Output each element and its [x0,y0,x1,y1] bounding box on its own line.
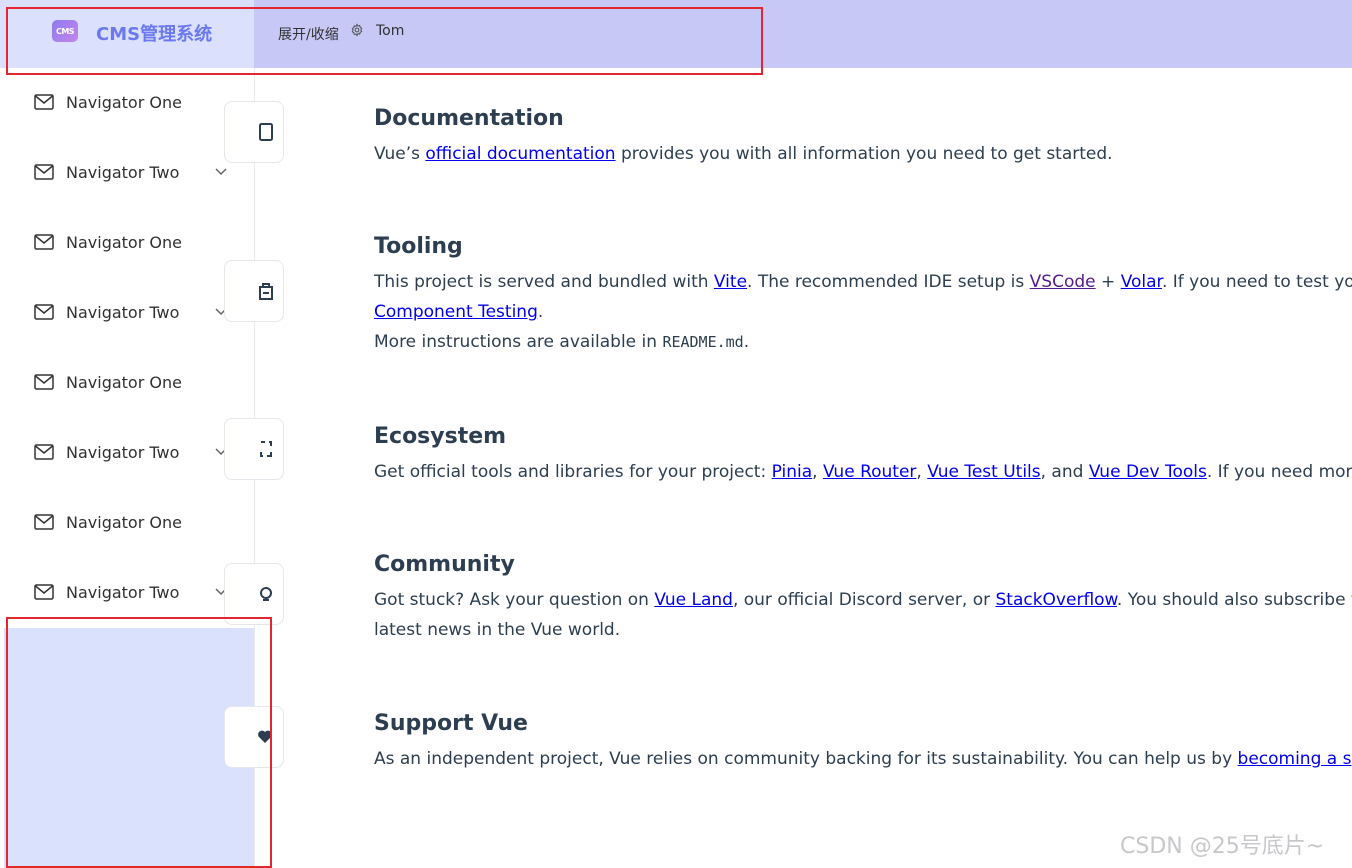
text-segment: Got stuck? Ask your question on [374,590,655,610]
section-title: Ecosystem [374,424,507,449]
text-segment: , [916,462,928,482]
tooling-section: Tooling This project is served and bundl… [374,234,1352,357]
mail-icon [34,164,54,180]
sidebar-item-navigator-one[interactable]: Navigator One [4,208,254,278]
sidebar-item-label: Navigator Two [66,163,180,182]
sidebar-item-navigator-two[interactable]: Navigator Two [4,558,254,628]
section-text: As an independent project, Vue relies on… [374,744,1352,774]
tooling-icon [224,260,284,322]
heart-icon [224,706,284,768]
mail-icon [34,304,54,320]
vite-link[interactable]: Vite [714,272,747,292]
text-segment: , our official Discord server, or [732,590,996,610]
sidebar-item-navigator-one[interactable]: Navigator One [4,488,254,558]
mail-icon [34,514,54,530]
watermark: CSDN @25号底片~ [1120,834,1325,859]
ecosystem-icon [224,418,284,480]
vue-test-utils-link[interactable]: Vue Test Utils [927,462,1040,482]
readme-code: README.md [662,333,744,351]
sidebar-item-label: Navigator Two [66,303,180,322]
chevron-down-icon [215,168,227,176]
text-segment: + [1095,272,1121,292]
text-segment: , and [1040,462,1089,482]
logo-icon: CMS [52,20,78,42]
text-segment: As an independent project, Vue relies on… [374,749,1238,769]
text-segment: . [537,302,544,322]
user-name[interactable]: Tom [376,23,404,39]
sidebar-item-label: Navigator One [66,513,182,532]
collapse-toggle-button[interactable]: 展开/收缩 [278,24,339,44]
sidebar-item-navigator-two[interactable]: Navigator Two [4,278,254,348]
sponsor-link[interactable]: becoming a spon [1238,749,1352,769]
section-text: Vue’s official documentation provides yo… [374,139,1352,169]
mail-icon [34,584,54,600]
section-title: Support Vue [374,711,528,736]
sidebar-item-label: Navigator One [66,233,182,252]
text-segment: provides you with all information you ne… [615,144,1113,164]
sidebar-item-navigator-two[interactable]: Navigator Two [4,138,254,208]
mail-icon [34,234,54,250]
sidebar-item-label: Navigator Two [66,443,180,462]
text-segment: . [743,332,750,352]
sidebar-item-navigator-one[interactable]: Navigator One [4,68,254,138]
mail-icon [34,94,54,110]
community-icon [224,563,284,625]
vue-router-link[interactable]: Vue Router [823,462,916,482]
sidebar-item-navigator-one[interactable]: Navigator One [4,348,254,418]
text-segment: . You should also subscribe to [1116,590,1352,610]
sidebar-item-label: Navigator One [66,373,182,392]
section-text: More instructions are available in READM… [374,327,1352,357]
ecosystem-section: Ecosystem Get official tools and librari… [374,424,1352,487]
text-segment: . The recommended IDE setup is [747,272,1030,292]
section-text: latest news in the Vue world. [374,620,621,640]
mail-icon [34,444,54,460]
component-testing-link[interactable]: Component Testing [374,302,538,322]
text-segment: . If you need more re [1206,462,1352,482]
section-title: Community [374,552,515,577]
vscode-link[interactable]: VSCode [1030,272,1096,292]
section-text: This project is served and bundled with … [374,267,1352,297]
app-title: CMS管理系统 [96,24,213,45]
text-segment: . If you need to test your c [1161,272,1352,292]
section-title: Tooling [374,234,463,259]
section-title: Documentation [374,106,564,131]
section-text: Get official tools and libraries for you… [374,457,1352,487]
sidebar-empty-area [4,628,254,868]
official-documentation-link[interactable]: official documentation [425,144,615,164]
documentation-section: Documentation Vue’s official documentati… [374,106,1352,169]
section-text: Component Testing. [374,297,1352,327]
text-segment: Get official tools and libraries for you… [374,462,772,482]
section-text: Got stuck? Ask your question on Vue Land… [374,585,1352,615]
text-segment: , [812,462,823,482]
sidebar-item-label: Navigator Two [66,583,180,602]
vue-dev-tools-link[interactable]: Vue Dev Tools [1089,462,1207,482]
vue-land-link[interactable]: Vue Land [654,590,733,610]
text-segment: Vue’s [374,144,426,164]
mail-icon [34,374,54,390]
pinia-link[interactable]: Pinia [772,462,813,482]
volar-link[interactable]: Volar [1121,272,1162,292]
text-segment: This project is served and bundled with [374,272,714,292]
support-section: Support Vue As an independent project, V… [374,711,1352,774]
gear-icon[interactable] [350,23,364,37]
sidebar-menu: Navigator One Navigator Two Navigator On… [4,68,255,868]
section-icon-column [224,68,294,868]
logo-area: CMS CMS管理系统 [0,0,254,68]
community-section: Community Got stuck? Ask your question o… [374,552,1352,645]
documentation-icon [224,101,284,163]
stackoverflow-link[interactable]: StackOverflow [995,590,1116,610]
sidebar-item-navigator-two[interactable]: Navigator Two [4,418,254,488]
text-segment: More instructions are available in [374,332,663,352]
sidebar-item-label: Navigator One [66,93,182,112]
